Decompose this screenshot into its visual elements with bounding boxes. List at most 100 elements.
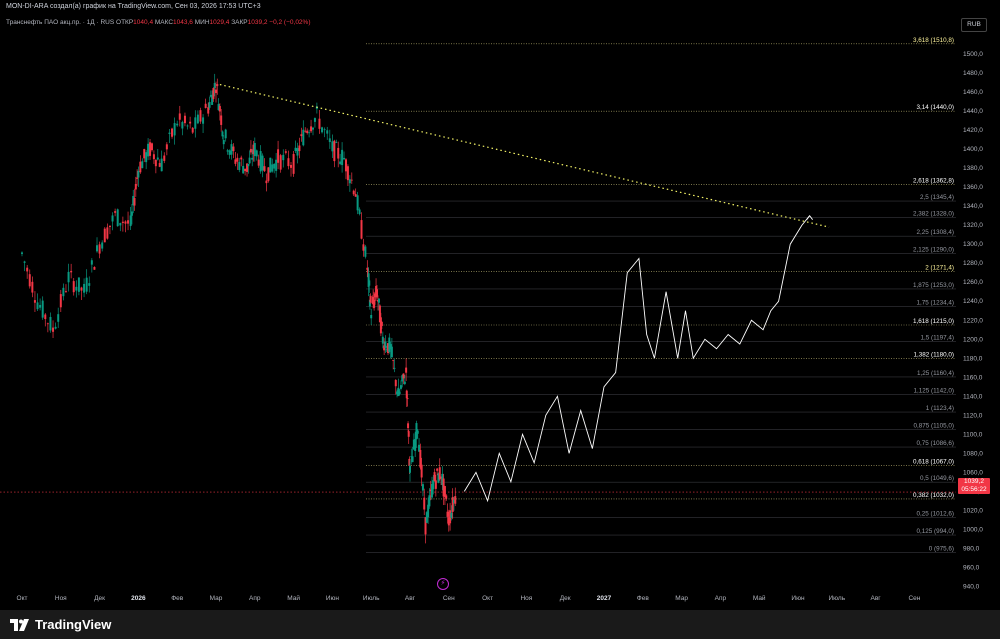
candle-body[interactable] <box>119 222 122 226</box>
candle-body[interactable] <box>215 89 217 94</box>
candle-body[interactable] <box>287 158 290 167</box>
candle-body[interactable] <box>265 180 268 184</box>
candle-body[interactable] <box>277 149 280 163</box>
candle-body[interactable] <box>168 132 171 134</box>
candle-body[interactable] <box>137 170 140 178</box>
candle-body[interactable] <box>150 143 153 151</box>
candle-body[interactable] <box>224 129 227 139</box>
candle-body[interactable] <box>267 167 270 181</box>
candle-body[interactable] <box>228 150 231 155</box>
candle-body[interactable] <box>248 157 251 164</box>
candle-body[interactable] <box>83 283 86 293</box>
candle-body[interactable] <box>21 252 23 254</box>
candle-body[interactable] <box>358 209 361 214</box>
candle-body[interactable] <box>234 159 237 164</box>
candle-body[interactable] <box>106 227 109 239</box>
candle-body[interactable] <box>165 144 168 150</box>
candle-body[interactable] <box>183 115 186 124</box>
candle-body[interactable] <box>80 287 83 291</box>
candle-body[interactable] <box>263 166 266 172</box>
candle-body[interactable] <box>62 287 65 297</box>
candle-body[interactable] <box>446 511 449 517</box>
candle-body[interactable] <box>70 270 73 273</box>
candle-body[interactable] <box>26 267 29 272</box>
candle-body[interactable] <box>350 179 353 181</box>
price-history[interactable] <box>21 73 457 544</box>
candle-body[interactable] <box>257 159 260 166</box>
candle-body[interactable] <box>282 154 285 161</box>
candle-body[interactable] <box>292 154 295 174</box>
candle-body[interactable] <box>284 151 287 153</box>
candle-body[interactable] <box>28 274 31 287</box>
candle-body[interactable] <box>230 144 233 155</box>
candle-body[interactable] <box>434 480 437 489</box>
candle-body[interactable] <box>213 83 216 89</box>
candle-body[interactable] <box>49 316 52 331</box>
candle-body[interactable] <box>390 346 393 358</box>
time-axis[interactable]: Окт Ноя Дек 2026 Фев Мар Апр Май Июн Июль Авг Сен Ок… <box>17 594 921 602</box>
candle-body[interactable] <box>36 302 39 310</box>
candle-body[interactable] <box>380 321 383 326</box>
candle-body[interactable] <box>222 139 225 145</box>
candle-body[interactable] <box>279 155 282 170</box>
candle-body[interactable] <box>85 277 88 292</box>
candle-body[interactable] <box>310 126 313 132</box>
candle-body[interactable] <box>171 128 174 137</box>
candle-body[interactable] <box>111 215 114 222</box>
candle-body[interactable] <box>294 147 297 152</box>
candle-body[interactable] <box>261 155 264 171</box>
trendline[interactable] <box>219 83 830 228</box>
candle-body[interactable] <box>394 380 397 387</box>
candle-body[interactable] <box>163 155 166 161</box>
symbol-name[interactable]: Транснефть ПАО акц.пр. · 1Д · RUS <box>6 19 114 26</box>
candle-body[interactable] <box>72 281 75 293</box>
candle-body[interactable] <box>423 497 426 510</box>
candle-body[interactable] <box>354 194 357 197</box>
candle-body[interactable] <box>152 154 155 160</box>
candle-body[interactable] <box>369 296 372 303</box>
candle-body[interactable] <box>399 385 402 389</box>
candle-body[interactable] <box>271 164 274 172</box>
candle-body[interactable] <box>238 161 241 171</box>
candle-body[interactable] <box>436 468 439 471</box>
candle-body[interactable] <box>368 280 371 286</box>
candle-body[interactable] <box>46 323 49 325</box>
resistance-trendline[interactable] <box>219 83 830 228</box>
candle-body[interactable] <box>178 113 181 120</box>
candle-body[interactable] <box>59 294 62 308</box>
candle-body[interactable] <box>421 484 424 491</box>
candle-body[interactable] <box>432 480 435 490</box>
candle-body[interactable] <box>427 504 430 518</box>
candle-body[interactable] <box>255 150 258 157</box>
candle-body[interactable] <box>302 129 305 146</box>
candle-body[interactable] <box>134 184 137 190</box>
price-chart[interactable]: 3,618 (1510,8) 3,14 (1440,0) 2,618 (1362,8… <box>0 0 1000 610</box>
candle-body[interactable] <box>300 134 303 137</box>
candle-body[interactable] <box>275 159 278 171</box>
candle-body[interactable] <box>208 101 211 108</box>
candle-body[interactable] <box>343 157 346 160</box>
candle-body[interactable] <box>88 283 91 286</box>
candle-body[interactable] <box>31 281 34 293</box>
candle-body[interactable] <box>393 367 396 369</box>
candle-body[interactable] <box>312 127 314 130</box>
candle-body[interactable] <box>154 159 157 167</box>
candle-body[interactable] <box>108 225 111 227</box>
candle-body[interactable] <box>328 138 331 143</box>
candle-body[interactable] <box>149 142 152 156</box>
candle-body[interactable] <box>411 456 414 463</box>
candle-body[interactable] <box>344 159 347 172</box>
price-axis[interactable]: 1500,0 1480,0 1460,0 1440,0 1420,0 1400,0 1380… <box>963 51 983 590</box>
candle-body[interactable] <box>218 106 221 112</box>
candle-body[interactable] <box>451 497 454 512</box>
candle-body[interactable] <box>339 161 342 164</box>
candle-body[interactable] <box>381 336 384 344</box>
candle-body[interactable] <box>407 431 410 437</box>
candle-body[interactable] <box>326 130 329 134</box>
candle-body[interactable] <box>348 179 351 184</box>
candle-body[interactable] <box>403 381 406 385</box>
candle-body[interactable] <box>226 150 229 152</box>
candle-body[interactable] <box>221 131 224 137</box>
candle-body[interactable] <box>75 286 78 291</box>
candle-body[interactable] <box>216 84 219 87</box>
